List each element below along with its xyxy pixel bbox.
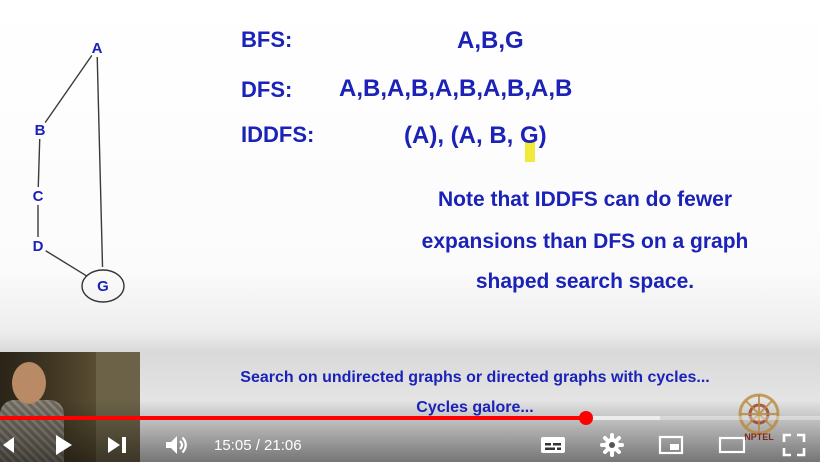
- play-icon: [56, 435, 72, 455]
- settings-icon: [600, 433, 624, 457]
- graph-node-g: G: [97, 278, 109, 295]
- graph-edge-B-C: [37, 138, 41, 188]
- fullscreen-icon: [782, 433, 806, 457]
- miniplayer-button[interactable]: [656, 432, 686, 458]
- dfs-value: A,B,A,B,A,B,A,B,A,B: [339, 75, 573, 102]
- theater-icon: [718, 436, 746, 454]
- graph-edge-A-G: [96, 56, 104, 268]
- graph-node-a: A: [92, 40, 103, 57]
- search-graph: A B C D G: [33, 40, 125, 303]
- graph-edge-D-G: [45, 250, 88, 277]
- graph-node-b: B: [35, 122, 46, 139]
- video-frame[interactable]: A B C D G BFS: A,B,G DFS: A,B,A,B,A,B,A,B,A,…: [0, 0, 820, 462]
- miniplayer-icon: [658, 435, 684, 455]
- footer-line-2: Cycles galore...: [416, 399, 534, 416]
- next-icon: [108, 437, 126, 453]
- subtitles-button[interactable]: [538, 432, 568, 458]
- theater-mode-button[interactable]: [716, 432, 748, 458]
- footer-line-1: Search on undirected graphs or directed …: [240, 369, 710, 386]
- note-line-2: expansions than DFS on a graph: [421, 230, 749, 253]
- logo-text: NPTEL: [744, 432, 774, 442]
- time-display: 15:05 / 21:06: [214, 437, 302, 454]
- settings-button[interactable]: [598, 432, 626, 458]
- subtitles-icon: [541, 437, 565, 453]
- volume-icon: [166, 436, 187, 454]
- next-button[interactable]: [104, 432, 130, 458]
- graph-node-c: C: [33, 188, 44, 205]
- graph-node-d: D: [33, 238, 44, 255]
- bfs-value: A,B,G: [457, 27, 524, 54]
- previous-icon: [3, 437, 14, 453]
- previous-button[interactable]: [0, 432, 18, 458]
- fullscreen-button[interactable]: [780, 432, 808, 458]
- iddfs-label: IDDFS:: [241, 122, 315, 147]
- dfs-label: DFS:: [241, 77, 293, 102]
- play-button[interactable]: [50, 432, 76, 458]
- graph-edge-A-B: [44, 54, 93, 124]
- note-line-3: shaped search space.: [475, 270, 695, 293]
- bfs-label: BFS:: [241, 27, 293, 52]
- iddfs-value: (A), (A, B, G): [404, 122, 547, 149]
- volume-button[interactable]: [162, 432, 192, 458]
- progress-played: [0, 416, 587, 420]
- presenter-head: [12, 362, 46, 404]
- progress-bar[interactable]: [0, 411, 820, 425]
- note-line-1: Note that IDDFS can do fewer: [437, 188, 733, 211]
